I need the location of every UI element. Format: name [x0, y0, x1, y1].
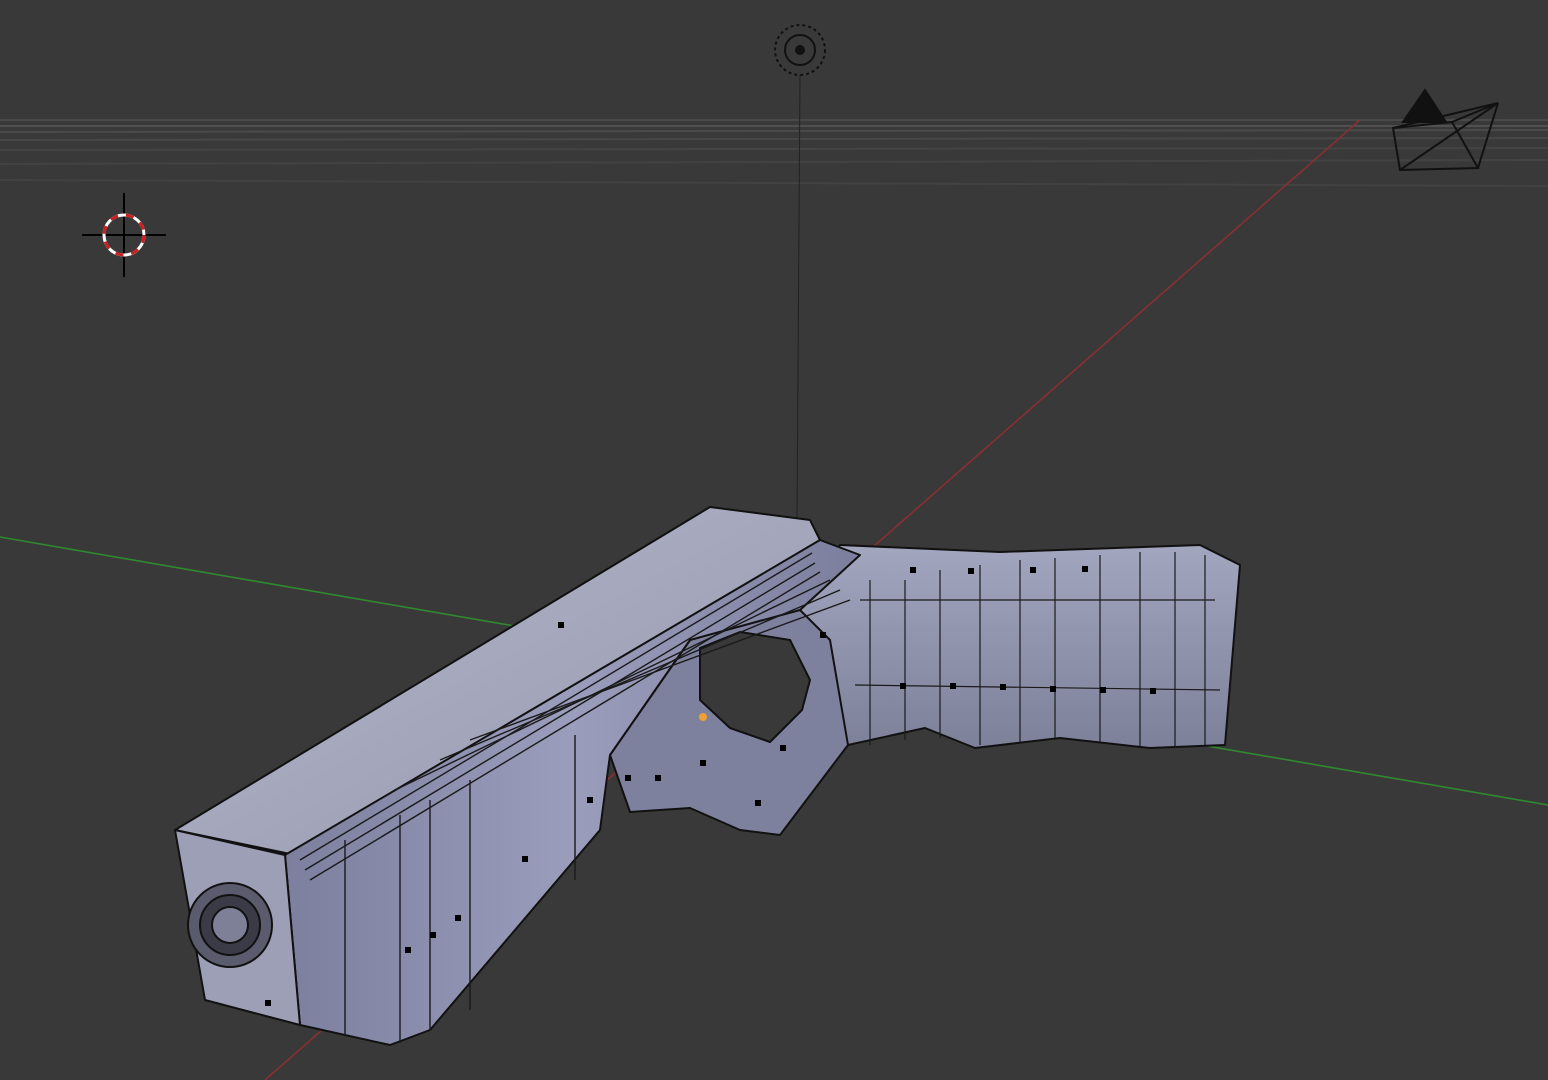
viewport-canvas[interactable] — [0, 0, 1548, 1080]
selected-vertex[interactable] — [699, 713, 707, 721]
pistol-mesh[interactable] — [174, 506, 1241, 1046]
3d-viewport[interactable] — [0, 0, 1548, 1080]
grid-horizon — [0, 119, 1548, 187]
lamp-object[interactable] — [774, 24, 826, 521]
3d-cursor-icon[interactable] — [82, 193, 166, 277]
